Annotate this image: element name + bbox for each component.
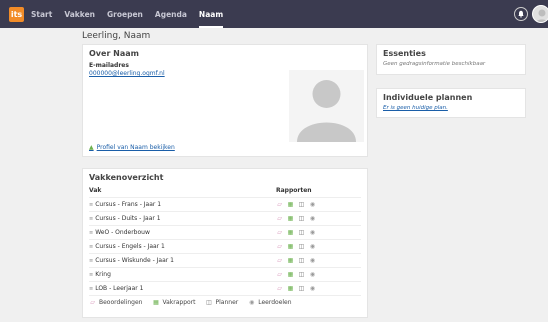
table-row: ≡ Cursus - Duits - Jaar 1 ▱ ▦ ◫ ◉ bbox=[89, 211, 361, 225]
planner-icon[interactable]: ◫ bbox=[298, 215, 305, 222]
table-row: ≡ WeO - Onderbouw ▱ ▦ ◫ ◉ bbox=[89, 225, 361, 239]
row-list-icon: ≡ bbox=[89, 201, 94, 208]
leerdoelen-icon[interactable]: ◉ bbox=[309, 285, 316, 292]
profile-link-label: Profiel van Naam bekijken bbox=[96, 144, 175, 151]
user-avatar-icon[interactable] bbox=[532, 5, 548, 23]
app-logo[interactable]: its bbox=[9, 6, 24, 22]
nav-item-agenda[interactable]: Agenda bbox=[155, 0, 187, 28]
vakrapport-icon[interactable]: ▦ bbox=[287, 243, 294, 250]
leerdoelen-icon[interactable]: ◉ bbox=[309, 271, 316, 278]
vakrapport-icon[interactable]: ▦ bbox=[287, 257, 294, 264]
planner-icon[interactable]: ◫ bbox=[298, 257, 305, 264]
vak-name[interactable]: Cursus - Engels - Jaar 1 bbox=[95, 243, 165, 250]
over-title: Over Naam bbox=[89, 49, 139, 58]
individuele-plannen-link[interactable]: Er is geen huidige plan. bbox=[383, 105, 519, 111]
vak-name[interactable]: Kring bbox=[95, 271, 111, 278]
leerdoelen-icon[interactable]: ◉ bbox=[309, 257, 316, 264]
folder-icon[interactable]: ▱ bbox=[276, 257, 283, 264]
planner-icon[interactable]: ◫ bbox=[298, 243, 305, 250]
profile-user-icon: ▲ bbox=[89, 144, 94, 151]
vak-name[interactable]: Cursus - Frans - Jaar 1 bbox=[95, 201, 161, 208]
leerdoelen-icon[interactable]: ◉ bbox=[309, 215, 316, 222]
col-rapporten-header: Rapporten bbox=[276, 187, 312, 194]
vak-name[interactable]: Cursus - Duits - Jaar 1 bbox=[95, 215, 160, 222]
nav-item-groepen[interactable]: Groepen bbox=[107, 0, 143, 28]
table-row: ≡ Cursus - Wiskunde - Jaar 1 ▱ ▦ ◫ ◉ bbox=[89, 253, 361, 267]
folder-icon[interactable]: ▱ bbox=[276, 285, 283, 292]
page-title: Leerling, Naam bbox=[82, 31, 151, 41]
top-navigation: its Start Vakken Groepen Agenda Naam bbox=[0, 0, 548, 28]
row-list-icon: ≡ bbox=[89, 243, 94, 250]
nav-item-start[interactable]: Start bbox=[31, 0, 52, 28]
individuele-plannen-card: Individuele plannen Er is geen huidige p… bbox=[376, 88, 526, 118]
profile-link[interactable]: ▲ Profiel van Naam bekijken bbox=[89, 144, 175, 151]
folder-icon[interactable]: ▱ bbox=[276, 215, 283, 222]
row-list-icon: ≡ bbox=[89, 215, 94, 222]
folder-icon[interactable]: ▱ bbox=[276, 243, 283, 250]
table-row: ≡ LOB - Leerjaar 1 ▱ ▦ ◫ ◉ bbox=[89, 281, 361, 295]
vakrapport-icon[interactable]: ▦ bbox=[287, 215, 294, 222]
vakkenoverzicht-title: Vakkenoverzicht bbox=[89, 173, 164, 182]
folder-icon[interactable]: ▱ bbox=[276, 201, 283, 208]
planner-icon[interactable]: ◫ bbox=[298, 201, 305, 208]
table-row: ≡ Cursus - Frans - Jaar 1 ▱ ▦ ◫ ◉ bbox=[89, 197, 361, 211]
nav-item-naam[interactable]: Naam bbox=[198, 0, 224, 28]
table-row: ≡ Cursus - Engels - Jaar 1 ▱ ▦ ◫ ◉ bbox=[89, 239, 361, 253]
vakrapport-icon[interactable]: ▦ bbox=[287, 229, 294, 236]
bell-icon[interactable] bbox=[514, 7, 528, 21]
leerdoelen-icon[interactable]: ◉ bbox=[309, 201, 316, 208]
table-row: ≡ Kring ▱ ▦ ◫ ◉ bbox=[89, 267, 361, 281]
planner-icon[interactable]: ◫ bbox=[298, 229, 305, 236]
vakrapport-icon[interactable]: ▦ bbox=[287, 271, 294, 278]
leerdoelen-icon[interactable]: ◉ bbox=[309, 229, 316, 236]
individuele-plannen-title: Individuele plannen bbox=[383, 93, 473, 102]
rapporten-legend: ▱ Beoordelingen ▦ Vakrapport ◫ Planner ◉ Lee… bbox=[89, 295, 361, 309]
row-list-icon: ≡ bbox=[89, 257, 94, 264]
planner-icon[interactable]: ◫ bbox=[298, 285, 305, 292]
planner-icon[interactable]: ◫ bbox=[298, 271, 305, 278]
vak-name[interactable]: WeO - Onderbouw bbox=[95, 229, 150, 236]
row-list-icon: ≡ bbox=[89, 229, 94, 236]
legend-beoordelingen: Beoordelingen bbox=[99, 299, 143, 306]
col-vak-header: Vak bbox=[89, 187, 102, 194]
row-list-icon: ≡ bbox=[89, 271, 94, 278]
nav-item-vakken[interactable]: Vakken bbox=[64, 0, 95, 28]
vakrapport-icon[interactable]: ▦ bbox=[287, 201, 294, 208]
folder-icon: ▱ bbox=[90, 299, 95, 306]
legend-vakrapport: Vakrapport bbox=[162, 299, 196, 306]
essenties-empty-text: Geen gedragsinformatie beschikbaar bbox=[383, 61, 486, 67]
vakrapport-icon: ▦ bbox=[153, 299, 159, 306]
row-list-icon: ≡ bbox=[89, 285, 94, 292]
vak-name[interactable]: LOB - Leerjaar 1 bbox=[95, 285, 143, 292]
email-label: E-mailadres bbox=[89, 62, 129, 69]
essenties-card: Essenties Geen gedragsinformatie beschik… bbox=[376, 44, 526, 75]
over-card: Over Naam E-mailadres 000000@leerling.og… bbox=[82, 44, 368, 157]
legend-leerdoelen: Leerdoelen bbox=[258, 299, 292, 306]
leerdoelen-icon: ◉ bbox=[249, 299, 255, 306]
leerdoelen-icon[interactable]: ◉ bbox=[309, 243, 316, 250]
essenties-title: Essenties bbox=[383, 49, 426, 58]
vakrapport-icon[interactable]: ▦ bbox=[287, 285, 294, 292]
vak-name[interactable]: Cursus - Wiskunde - Jaar 1 bbox=[95, 257, 174, 264]
folder-icon[interactable]: ▱ bbox=[276, 271, 283, 278]
planner-icon: ◫ bbox=[206, 299, 212, 306]
legend-planner: Planner bbox=[215, 299, 239, 306]
folder-icon[interactable]: ▱ bbox=[276, 229, 283, 236]
person-silhouette-icon bbox=[289, 70, 364, 142]
vakken-header: Vak Rapporten bbox=[89, 187, 361, 197]
vakkenoverzicht-card: Vakkenoverzicht Vak Rapporten ≡ Cursus - … bbox=[82, 168, 368, 318]
